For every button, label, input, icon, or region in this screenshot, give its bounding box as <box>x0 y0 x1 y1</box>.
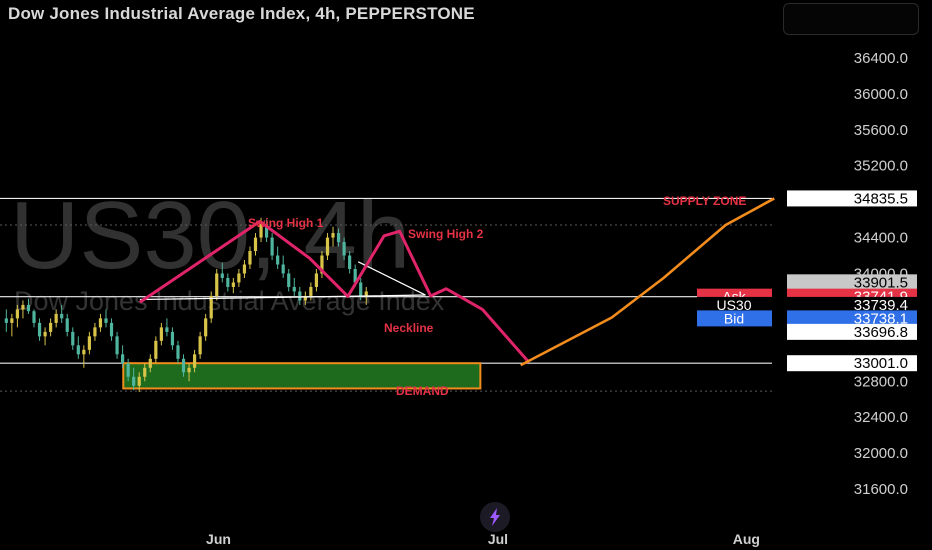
projection-path <box>520 197 775 367</box>
candle-body <box>148 358 152 368</box>
y-tick-label: 32800.0 <box>854 373 908 390</box>
candle-body <box>248 251 252 265</box>
candle-body <box>226 277 230 287</box>
y-tick-label: 31600.0 <box>854 481 908 498</box>
candle-body <box>115 336 119 355</box>
bolt-icon[interactable] <box>480 502 510 532</box>
candle-body <box>82 349 86 355</box>
price-label: 33001.0 <box>854 355 908 372</box>
chart-title: Dow Jones Industrial Average Index, 4h, … <box>8 4 475 23</box>
candle-body <box>270 237 274 256</box>
y-tick-label: 32400.0 <box>854 409 908 426</box>
candle-body <box>165 327 169 332</box>
x-tick-jun: Jun <box>206 531 231 547</box>
annotation-neckline: Neckline <box>384 321 434 335</box>
candle-body <box>132 376 136 386</box>
y-tick-label: 36400.0 <box>854 50 908 67</box>
price-label: 33696.8 <box>854 324 908 341</box>
candle-body <box>137 376 141 386</box>
tag-label: Bid <box>724 310 744 326</box>
candle-body <box>287 273 291 287</box>
candle-body <box>292 286 296 292</box>
candle-body <box>10 318 14 323</box>
candle-body <box>342 242 346 256</box>
candle-body <box>220 273 224 278</box>
candle-body <box>253 237 258 252</box>
candle-body <box>65 318 69 332</box>
annotation-swing-high-1: Swing High 1 <box>248 216 324 230</box>
candle-body <box>159 327 163 341</box>
candle-body <box>231 282 235 287</box>
candle-body <box>104 318 108 323</box>
candle-body <box>325 237 330 256</box>
candle-body <box>76 345 80 355</box>
candle-body <box>154 340 158 359</box>
y-tick-label: 35200.0 <box>854 158 908 175</box>
candle-body <box>359 282 363 296</box>
annotation-swing-high-2: Swing High 2 <box>408 227 484 241</box>
candle-body <box>298 291 302 301</box>
candle-body <box>209 295 213 319</box>
candle-body <box>15 309 19 319</box>
toolbar-box[interactable] <box>783 3 919 35</box>
candle-body <box>204 318 208 337</box>
candle-body <box>109 322 114 337</box>
candle-body <box>54 313 58 323</box>
x-tick-aug: Aug <box>733 531 760 547</box>
candle-body <box>192 354 197 368</box>
candle-body <box>87 336 91 350</box>
watermark-name: Dow Jones Industrial Average Index <box>14 286 445 316</box>
candle-body <box>126 363 130 377</box>
candle-body <box>98 318 103 328</box>
x-tick-jul: Jul <box>488 531 508 547</box>
candle-body <box>237 273 241 283</box>
candle-body <box>331 233 335 238</box>
candle-body <box>314 273 319 287</box>
candle-body <box>348 255 352 269</box>
candle-body <box>49 322 53 332</box>
candle-body <box>4 318 8 323</box>
candle-body <box>26 304 31 312</box>
candle-body <box>181 358 186 373</box>
candle-body <box>93 327 97 337</box>
candle-body <box>309 286 313 296</box>
candle-body <box>242 264 247 274</box>
candle-body <box>176 345 180 359</box>
candle-body <box>71 331 75 346</box>
candle-body <box>37 322 42 337</box>
y-tick-label: 35600.0 <box>854 122 908 139</box>
candle-body <box>187 367 191 373</box>
price-chart[interactable]: US30, 4hDow Jones Industrial Average Ind… <box>0 0 932 550</box>
y-tick-label: 32000.0 <box>854 445 908 462</box>
candle-body <box>336 233 341 243</box>
candle-body <box>43 331 47 337</box>
bolt-glyph <box>490 508 500 526</box>
candle-body <box>170 331 175 346</box>
candle-body <box>281 264 285 274</box>
y-tick-label: 36000.0 <box>854 86 908 103</box>
candle-body <box>21 304 25 310</box>
candle-body <box>60 313 64 319</box>
annotation-demand: DEMAND <box>396 384 449 398</box>
candle-body <box>215 273 219 296</box>
annotation-supply-zone: SUPPLY ZONE <box>663 194 746 208</box>
price-label: 34835.5 <box>854 190 908 207</box>
candle-body <box>143 367 147 377</box>
candle-body <box>364 291 368 296</box>
y-tick-label: 34400.0 <box>854 230 908 247</box>
candle-body <box>276 255 280 265</box>
candle-body <box>32 311 36 323</box>
candle-body <box>198 336 202 355</box>
candle-body <box>121 354 125 364</box>
